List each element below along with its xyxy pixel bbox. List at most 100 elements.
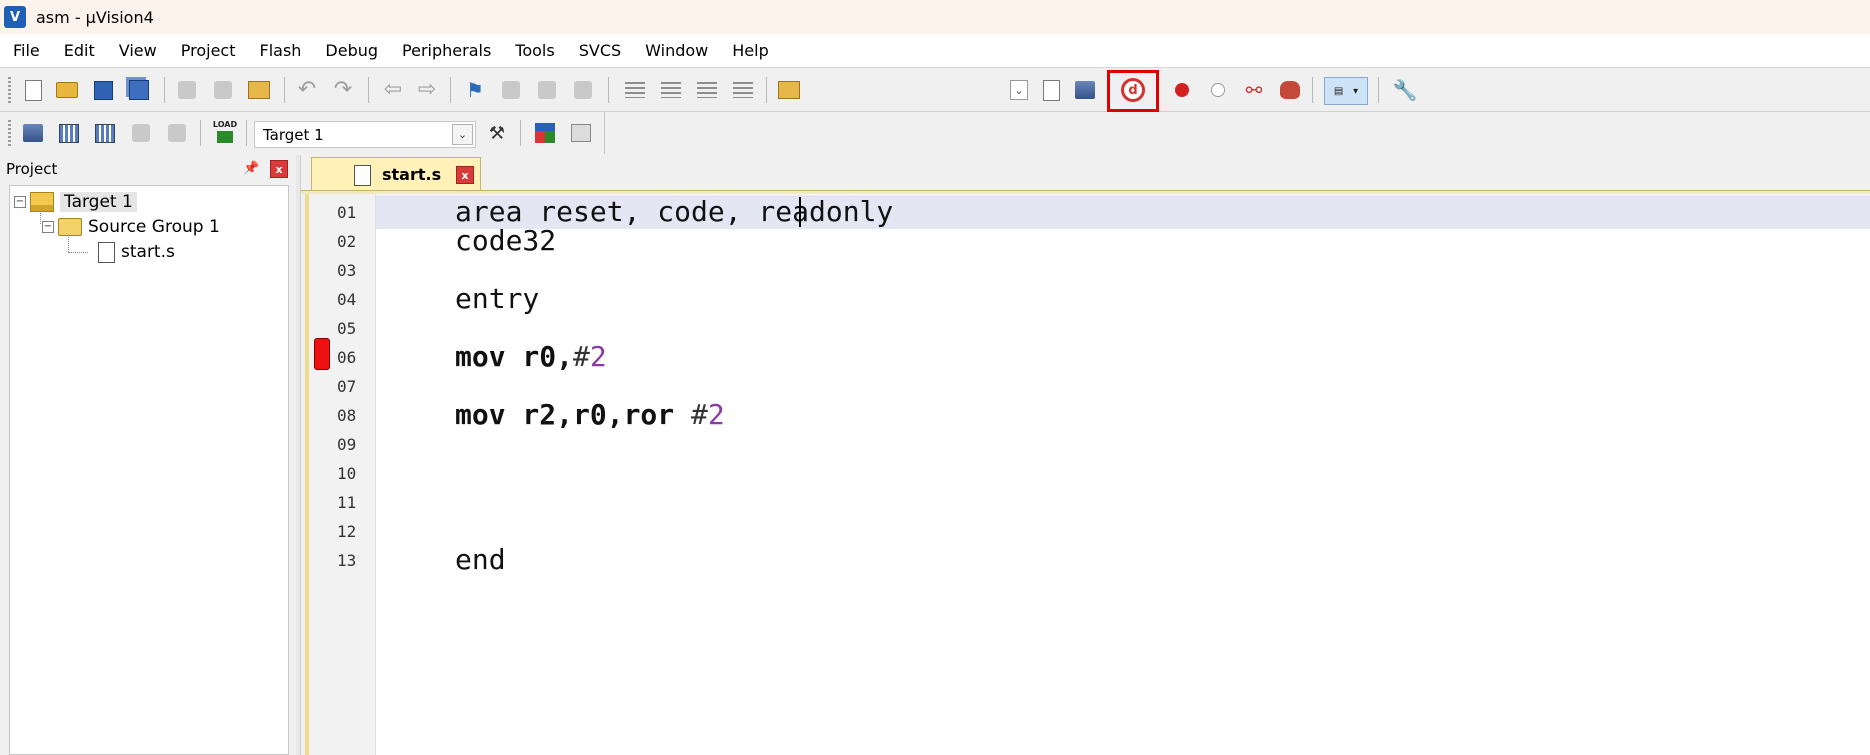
build-toolbar: LOAD Target 1 ⌄ ⚒ [0,112,605,154]
tree-item-label: Target 1 [60,192,137,212]
line-number: 06 [337,348,357,367]
code-number: 2 [707,398,725,431]
previous-bookmark-icon [502,81,520,99]
undo-button[interactable]: ↶ [294,77,320,103]
close-icon[interactable]: x [456,166,474,184]
breakpoint-marker[interactable] [314,338,330,370]
menu-view[interactable]: View [106,34,168,68]
find-combo-button[interactable]: ⌄ [1006,77,1032,103]
tree-item-label: start.s [121,242,175,262]
redo-icon: ↷ [333,77,353,102]
multi-project-icon [571,124,591,142]
disable-all-breakpoints-button[interactable]: ⚯ [1241,77,1267,103]
line-number: 12 [337,522,357,541]
debug-settings-button[interactable] [1072,77,1098,103]
configure-windows-dropdown[interactable]: ▤ ▾ [1322,76,1370,106]
project-panel-header: Project 📌 x [0,155,295,183]
collapse-icon[interactable]: − [42,221,54,233]
tab-start-s[interactable]: start.s x [311,157,481,191]
navigate-back-button[interactable]: ⇦ [380,77,406,103]
toolbar-separator [450,77,451,103]
magic-wand-icon: ⚒ [488,122,506,144]
menu-peripherals[interactable]: Peripherals [389,34,502,68]
rebuild-button[interactable] [92,120,118,146]
find-in-files-icon [778,81,800,99]
stop-build-button[interactable] [164,120,190,146]
batch-build-button[interactable] [128,120,154,146]
manage-multi-project-button[interactable] [568,120,594,146]
menu-edit[interactable]: Edit [51,34,106,68]
toolbar-grip[interactable] [8,77,11,103]
toolbar-separator [200,120,201,146]
build-button[interactable] [56,120,82,146]
save-all-button[interactable] [126,77,152,103]
menu-window[interactable]: Window [632,34,719,68]
indent-icon [625,82,645,98]
insert-bookmark-button[interactable]: ⚑ [462,77,488,103]
menu-flash[interactable]: Flash [246,34,312,68]
cut-button[interactable] [174,77,200,103]
menu-file[interactable]: File [0,34,51,68]
open-file-button[interactable] [54,77,80,103]
code-editor[interactable]: 01 02 03 04 05 06 07 08 09 10 11 12 13 a… [305,194,1870,755]
next-bookmark-button[interactable] [534,77,560,103]
line-number-gutter[interactable]: 01 02 03 04 05 06 07 08 09 10 11 12 13 [309,194,376,755]
enable-breakpoint-button[interactable] [1205,77,1231,103]
insert-breakpoint-button[interactable] [1169,77,1195,103]
menu-debug[interactable]: Debug [312,34,389,68]
indent-button[interactable] [622,77,648,103]
previous-bookmark-button[interactable] [498,77,524,103]
configure-button[interactable]: 🔧 [1392,77,1418,103]
menu-help[interactable]: Help [719,34,779,68]
line-number: 01 [337,203,357,222]
toolbar-grip[interactable] [8,120,11,146]
toolbar-separator [1378,77,1379,103]
uncomment-button[interactable] [730,77,756,103]
menu-svcs[interactable]: SVCS [566,34,632,68]
dropdown-arrow-icon: ▾ [1353,85,1359,97]
download-arrow-icon [217,131,233,143]
kill-all-breakpoints-button[interactable] [1277,77,1303,103]
clear-bookmarks-button[interactable] [570,77,596,103]
translate-button[interactable] [20,120,46,146]
toolbar-separator [284,77,285,103]
unindent-button[interactable] [658,77,684,103]
collapse-icon[interactable]: − [14,196,26,208]
code-line: code32 [455,224,557,257]
debug-settings-icon [1075,81,1095,99]
close-icon[interactable]: x [270,160,288,178]
clear-bookmarks-icon [574,81,592,99]
code-line: mov r0,#2 [455,340,607,373]
line-number: 03 [337,261,357,280]
tree-item-target[interactable]: − Target 1 [14,189,137,215]
folder-icon [58,218,82,236]
tree-connector [68,252,88,253]
paste-button[interactable] [246,77,272,103]
code-line: mov r2,r0,ror #2 [455,398,725,431]
manage-components-button[interactable] [532,120,558,146]
new-file-button[interactable] [20,77,46,103]
download-button[interactable]: LOAD [212,120,238,146]
find-in-files-button[interactable] [776,77,802,103]
pin-icon[interactable]: 📌 [243,161,259,176]
redo-button[interactable]: ↷ [330,77,356,103]
uvision-app-icon: V [4,6,26,28]
target-options-button[interactable]: ⚒ [484,120,510,146]
chevron-down-icon[interactable]: ⌄ [452,124,473,145]
load-label: LOAD [212,120,238,129]
comment-button[interactable] [694,77,720,103]
incremental-find-button[interactable] [1038,77,1064,103]
line-number: 04 [337,290,357,309]
navigate-forward-button[interactable]: ⇨ [414,77,440,103]
tree-item-source-group[interactable]: − Source Group 1 [42,214,220,240]
tree-item-file[interactable]: start.s [98,239,175,265]
menu-tools[interactable]: Tools [502,34,565,68]
copy-button[interactable] [210,77,236,103]
open-folder-icon [56,82,78,98]
target-select[interactable]: Target 1 ⌄ [254,121,476,148]
save-button[interactable] [90,77,116,103]
project-panel: Project 📌 x − Target 1 − Source Group 1 … [0,155,295,755]
menu-project[interactable]: Project [168,34,247,68]
line-number: 11 [337,493,357,512]
target-select-value: Target 1 [263,125,324,144]
